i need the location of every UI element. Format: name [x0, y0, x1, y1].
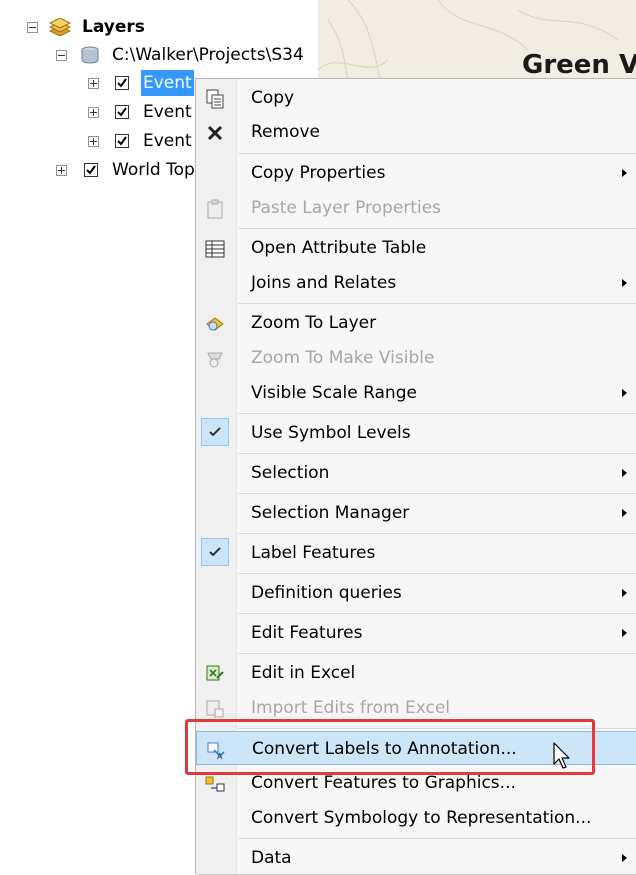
checked-indicator: [201, 538, 229, 566]
collapse-icon[interactable]: [56, 50, 67, 61]
menu-item-zoom-to-make-visible: Zoom To Make Visible: [196, 341, 636, 375]
menu-item-zoom-to-layer[interactable]: Zoom To Layer: [196, 306, 636, 340]
copy-icon: [206, 89, 224, 109]
menu-label: Joins and Relates: [251, 273, 397, 293]
submenu-arrow-icon: [622, 854, 627, 862]
submenu-arrow-icon: [622, 509, 627, 517]
tree-row-database[interactable]: C:\Walker\Projects\S34: [0, 42, 318, 68]
menu-label: Selection: [251, 463, 330, 483]
check-icon: [117, 107, 127, 117]
expand-icon[interactable]: [88, 136, 99, 147]
zoom-to-layer-icon: [206, 317, 224, 331]
layer-label-event-3: Event: [143, 131, 192, 151]
menu-separator: [238, 153, 636, 154]
menu-label: Edit in Excel: [251, 663, 356, 683]
paste-icon: [207, 199, 223, 219]
expand-icon[interactable]: [88, 107, 99, 118]
layer-label-event-2: Event: [143, 102, 192, 122]
check-icon: [117, 78, 127, 88]
menu-separator: [238, 573, 636, 574]
menu-item-selection-manager[interactable]: Selection Manager: [196, 496, 636, 530]
submenu-arrow-icon: [622, 389, 627, 397]
mouse-pointer-icon: [553, 742, 570, 769]
menu-label: Remove: [251, 122, 320, 142]
menu-item-use-symbol-levels[interactable]: Use Symbol Levels: [196, 416, 636, 450]
menu-label: Edit Features: [251, 623, 363, 643]
menu-item-edit-features[interactable]: Edit Features: [196, 616, 636, 650]
submenu-arrow-icon: [622, 629, 627, 637]
menu-label: Zoom To Layer: [251, 313, 377, 333]
menu-item-data[interactable]: Data: [196, 841, 636, 875]
expand-icon[interactable]: [88, 78, 99, 89]
table-icon: [205, 240, 225, 258]
menu-separator: [238, 653, 636, 654]
menu-item-label-features[interactable]: Label Features: [196, 536, 636, 570]
menu-item-convert-symbology-to-representation[interactable]: Convert Symbology to Representation...: [196, 801, 636, 835]
tree-row-layers[interactable]: Layers: [0, 14, 318, 40]
layers-label: Layers: [82, 17, 145, 37]
layer-label-world-topo: World Top: [112, 160, 195, 180]
menu-item-edit-in-excel[interactable]: Edit in Excel: [196, 656, 636, 690]
menu-label: Data: [251, 848, 292, 868]
menu-label: Use Symbol Levels: [251, 423, 411, 443]
menu-item-visible-scale-range[interactable]: Visible Scale Range: [196, 376, 636, 410]
menu-separator: [238, 303, 636, 304]
menu-label: Paste Layer Properties: [251, 198, 442, 218]
layer-label-event-1: Event: [141, 70, 194, 96]
map-title: Green V: [522, 50, 636, 80]
excel-import-icon: [206, 700, 224, 718]
checked-indicator: [201, 418, 229, 446]
check-icon: [209, 427, 221, 437]
menu-separator: [238, 533, 636, 534]
layer-visibility-checkbox[interactable]: [84, 163, 98, 177]
menu-separator: [238, 838, 636, 839]
menu-separator: [238, 613, 636, 614]
menu-label: Copy: [251, 88, 295, 108]
collapse-icon[interactable]: [27, 22, 38, 33]
menu-item-remove[interactable]: Remove: [196, 115, 636, 149]
menu-item-copy[interactable]: Copy: [196, 81, 636, 115]
excel-edit-icon: [206, 665, 224, 681]
layers-icon: [48, 18, 72, 36]
submenu-arrow-icon: [622, 169, 627, 177]
menu-item-open-attribute-table[interactable]: Open Attribute Table: [196, 231, 636, 265]
submenu-arrow-icon: [622, 279, 627, 287]
menu-label: Selection Manager: [251, 503, 410, 523]
menu-label: Convert Symbology to Representation...: [251, 808, 592, 828]
menu-item-paste-layer-properties: Paste Layer Properties: [196, 191, 636, 225]
menu-item-joins-and-relates[interactable]: Joins and Relates: [196, 266, 636, 300]
database-icon: [81, 46, 99, 64]
menu-label: Label Features: [251, 543, 376, 563]
menu-item-selection[interactable]: Selection: [196, 456, 636, 490]
menu-label: Zoom To Make Visible: [251, 348, 435, 368]
menu-label: Copy Properties: [251, 163, 386, 183]
expand-icon[interactable]: [56, 165, 67, 176]
zoom-to-visible-icon: [207, 352, 223, 368]
menu-separator: [238, 493, 636, 494]
check-icon: [117, 136, 127, 146]
submenu-arrow-icon: [622, 469, 627, 477]
menu-item-definition-queries[interactable]: Definition queries: [196, 576, 636, 610]
convert-features-icon: [205, 776, 225, 792]
remove-icon: [207, 125, 223, 141]
menu-label: Open Attribute Table: [251, 238, 427, 258]
layer-visibility-checkbox[interactable]: [115, 76, 129, 90]
menu-separator: [238, 413, 636, 414]
menu-label: Definition queries: [251, 583, 402, 603]
highlight-callout-box: [185, 719, 595, 775]
menu-separator: [238, 228, 636, 229]
menu-label: Visible Scale Range: [251, 383, 417, 403]
database-path-label: C:\Walker\Projects\S34: [112, 45, 304, 65]
layer-visibility-checkbox[interactable]: [115, 105, 129, 119]
submenu-arrow-icon: [622, 589, 627, 597]
check-icon: [209, 547, 221, 557]
menu-separator: [238, 453, 636, 454]
layer-visibility-checkbox[interactable]: [115, 134, 129, 148]
check-icon: [86, 165, 96, 175]
menu-item-copy-properties[interactable]: Copy Properties: [196, 156, 636, 190]
